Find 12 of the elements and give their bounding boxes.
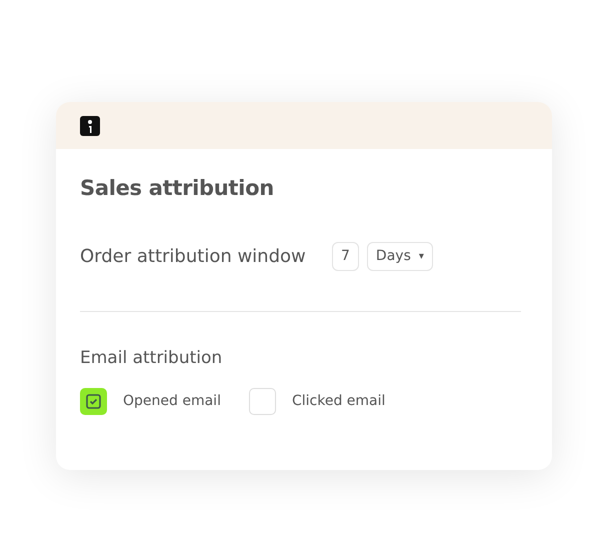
section-title: Sales attribution [80,176,275,202]
field-label: Order attribution window [80,244,307,269]
logo-icon [80,116,100,136]
checkbox[interactable] [80,388,107,415]
checkbox-label: Clicked email [292,392,386,411]
subsection-heading: Email attribution [80,347,224,370]
checkbox-label: Opened email [123,392,221,411]
check-icon [86,394,101,409]
number-field[interactable]: 7 [332,242,359,271]
unit-dropdown[interactable]: Days ▾ [366,242,433,271]
caret-icon: ▾ [418,248,424,264]
checkbox[interactable] [249,388,276,415]
